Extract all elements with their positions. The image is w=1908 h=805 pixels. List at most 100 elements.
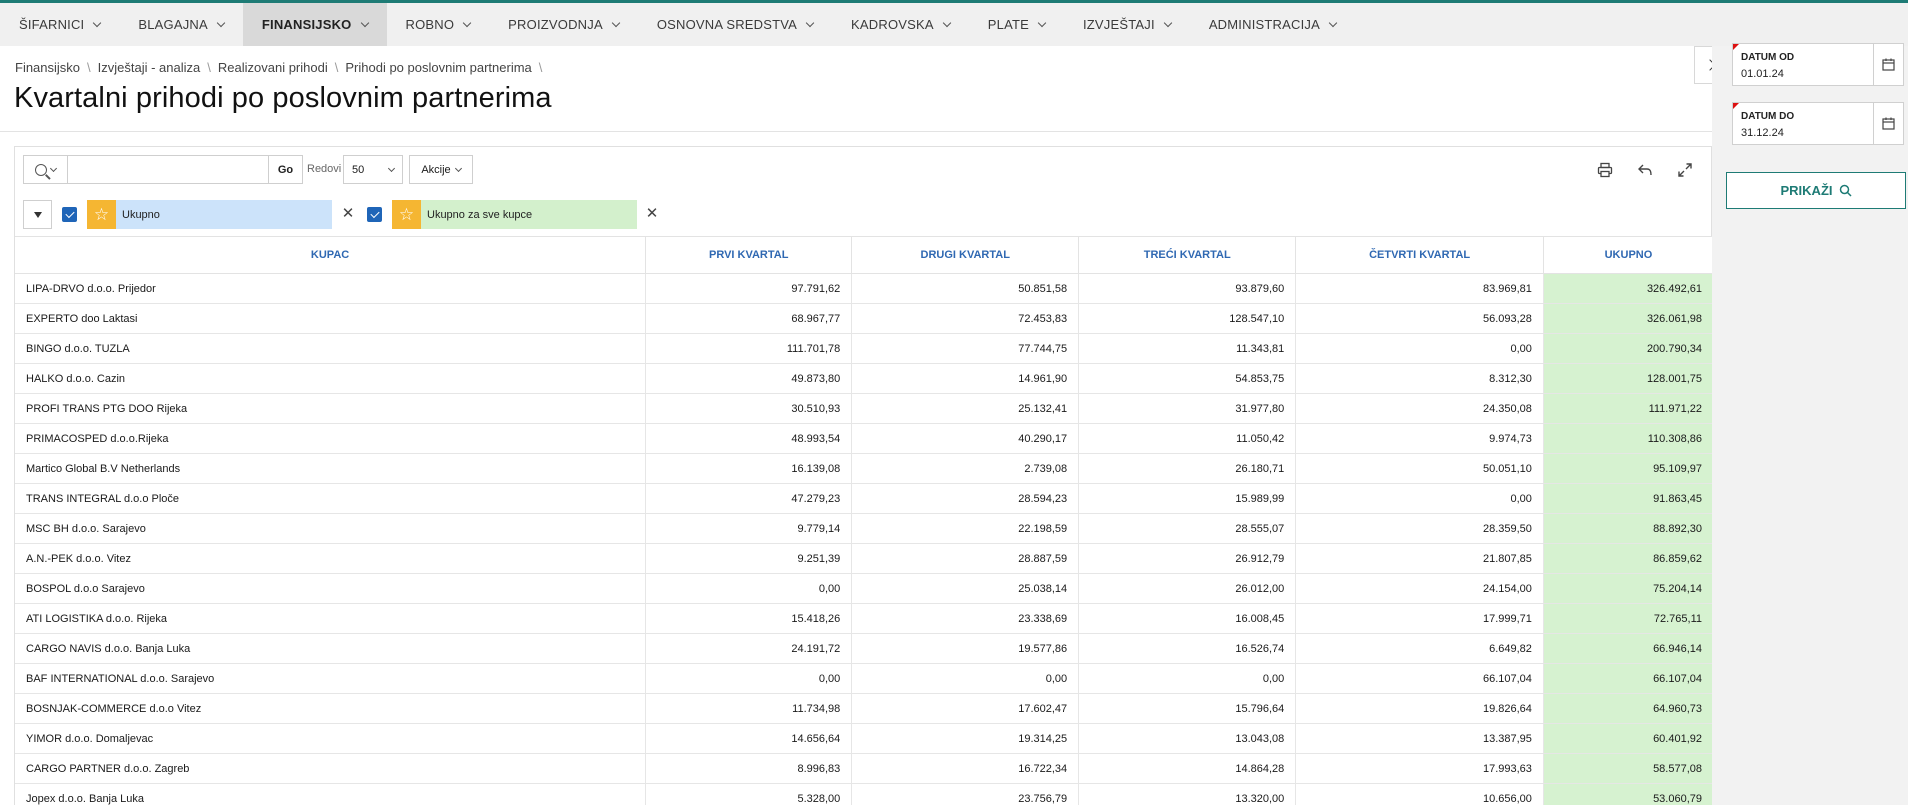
chevron-down-icon — [1328, 18, 1338, 27]
column-header[interactable]: DRUGI KVARTAL — [851, 236, 1080, 274]
cell-value: 14.656,64 — [645, 723, 853, 754]
cell-value: 326.061,98 — [1543, 303, 1713, 334]
rows-select[interactable]: 50 — [343, 155, 403, 184]
cell-value: 77.744,75 — [851, 333, 1080, 364]
cell-value: 128.547,10 — [1078, 303, 1297, 334]
chevron-down-icon — [93, 18, 102, 27]
filter-chip-ukupno-za-sve-kupce[interactable]: ☆ Ukupno za sve kupce — [392, 200, 637, 229]
chevron-down-icon — [360, 18, 369, 27]
cell-value: 19.826,64 — [1295, 693, 1544, 724]
column-header[interactable]: UKUPNO — [1543, 236, 1713, 274]
cell-kupac: Martico Global B.V Netherlands — [15, 453, 647, 484]
print-icon[interactable] — [1591, 156, 1619, 184]
nav-item-proizvodnja[interactable]: PROIZVODNJA — [489, 3, 638, 46]
cell-kupac: LIPA-DRVO d.o.o. Prijedor — [15, 273, 647, 304]
nav-item-label: ŠIFARNICI — [19, 17, 85, 32]
table-row: PRIMACOSPED d.o.o.Rijeka 48.993,54 40.290,… — [15, 423, 1713, 454]
cell-kupac: BOSPOL d.o.o Sarajevo — [15, 573, 647, 604]
cell-value: 40.290,17 — [851, 423, 1080, 454]
nav-item-robno[interactable]: ROBNO — [387, 3, 490, 46]
expand-icon[interactable] — [1671, 156, 1699, 184]
cell-value: 16.008,45 — [1078, 603, 1297, 634]
close-icon[interactable]: ✕ — [341, 206, 355, 221]
cell-value: 66.107,04 — [1543, 663, 1713, 694]
nav-item-osnovna-sredstva[interactable]: OSNOVNA SREDSTVA — [638, 3, 832, 46]
cell-value: 17.999,71 — [1295, 603, 1544, 634]
cell-value: 54.853,75 — [1078, 363, 1297, 394]
cell-value: 9.779,14 — [645, 513, 853, 544]
cell-value: 60.401,92 — [1543, 723, 1713, 754]
cell-value: 95.109,97 — [1543, 453, 1713, 484]
nav-item-šifarnici[interactable]: ŠIFARNICI — [0, 3, 119, 46]
table-row: A.N.-PEK d.o.o. Vitez 9.251,39 28.887,59 26… — [15, 543, 1713, 574]
date-from-value: 01.01.24 — [1741, 68, 1784, 80]
nav-item-label: IZVJEŠTAJI — [1082, 17, 1155, 32]
date-to-field[interactable]: DATUM DO 31.12.24 — [1732, 102, 1904, 145]
cell-value: 14.864,28 — [1078, 753, 1297, 784]
nav-item-plate[interactable]: PLATE — [969, 3, 1064, 46]
cell-kupac: MSC BH d.o.o. Sarajevo — [15, 513, 647, 544]
breadcrumb-item[interactable]: Izvještaji - analiza — [98, 60, 201, 75]
nav-item-blagajna[interactable]: BLAGAJNA — [119, 3, 243, 46]
actions-button[interactable]: Akcije — [409, 155, 473, 184]
star-icon: ☆ — [87, 200, 116, 229]
go-button[interactable]: Go — [268, 156, 302, 183]
calendar-icon[interactable] — [1873, 103, 1903, 144]
cell-value: 75.204,14 — [1543, 573, 1713, 604]
show-button[interactable]: PRIKAŽI — [1726, 172, 1906, 209]
search-column-menu[interactable] — [24, 156, 68, 183]
cell-value: 68.967,77 — [645, 303, 853, 334]
cell-value: 6.649,82 — [1295, 633, 1544, 664]
nav-item-kadrovska[interactable]: KADROVSKA — [832, 3, 969, 46]
cell-value: 86.859,62 — [1543, 543, 1713, 574]
breadcrumb-item[interactable]: Finansijsko — [15, 60, 80, 75]
cell-value: 16.722,34 — [851, 753, 1080, 784]
breadcrumb-separator: \ — [87, 60, 91, 75]
toolbar-icons — [1591, 156, 1699, 184]
cell-kupac: A.N.-PEK d.o.o. Vitez — [15, 543, 647, 574]
table-body: LIPA-DRVO d.o.o. Prijedor 97.791,62 50.851… — [15, 273, 1713, 805]
table-row: Jopex d.o.o. Banja Luka 5.328,00 23.756,79… — [15, 783, 1713, 805]
cell-value: 0,00 — [1078, 663, 1297, 694]
nav-item-finansijsko[interactable]: FINANSIJSKO — [242, 3, 387, 46]
filter-1-checkbox[interactable] — [62, 207, 77, 222]
cell-kupac: PRIMACOSPED d.o.o.Rijeka — [15, 423, 647, 454]
column-header[interactable]: KUPAC — [15, 236, 647, 274]
cell-value: 56.093,28 — [1295, 303, 1544, 334]
breadcrumb-separator: \ — [538, 60, 543, 75]
cell-kupac: YIMOR d.o.o. Domaljevac — [15, 723, 647, 754]
filter-chip-ukupno[interactable]: ☆ Ukupno — [87, 200, 332, 229]
filter-chip-label: Ukupno — [116, 200, 332, 229]
cell-value: 11.734,98 — [645, 693, 853, 724]
breadcrumb-item[interactable]: Realizovani prihodi — [218, 60, 328, 75]
table-row: YIMOR d.o.o. Domaljevac 14.656,64 19.314,2… — [15, 723, 1713, 754]
reset-icon[interactable] — [1631, 156, 1659, 184]
chevron-down-icon — [1163, 18, 1173, 27]
caret-down-icon — [33, 211, 42, 218]
rows-select-value: 50 — [352, 163, 365, 176]
cell-value: 0,00 — [1295, 483, 1544, 514]
chevron-down-icon — [387, 164, 396, 172]
breadcrumb-separator: \ — [207, 60, 211, 75]
main-content: Finansijsko \ Izvještaji - analiza \ Realizo… — [0, 46, 1713, 805]
column-header[interactable]: ČETVRTI KVARTAL — [1295, 236, 1544, 274]
search-input[interactable] — [68, 156, 268, 183]
filter-2-checkbox[interactable] — [367, 207, 382, 222]
column-header[interactable]: TREĆI KVARTAL — [1078, 236, 1297, 274]
report-table: KUPAC PRVI KVARTAL DRUGI KVARTAL TREĆI KVAR… — [15, 236, 1713, 805]
nav-item-izvještaji[interactable]: IZVJEŠTAJI — [1064, 3, 1190, 46]
breadcrumb-item[interactable]: Prihodi po poslovnim partnerima — [345, 60, 531, 75]
cell-value: 10.656,00 — [1295, 783, 1544, 805]
report-toolbar: Go Redovi 50 Akcije — [15, 147, 1711, 193]
column-header[interactable]: PRVI KVARTAL — [645, 236, 853, 274]
cell-value: 28.887,59 — [851, 543, 1080, 574]
nav-item-administracija[interactable]: ADMINISTRACIJA — [1190, 3, 1355, 46]
filter-collapse-button[interactable] — [23, 200, 52, 229]
cell-value: 13.043,08 — [1078, 723, 1297, 754]
close-icon[interactable]: ✕ — [645, 206, 659, 221]
calendar-icon[interactable] — [1873, 44, 1903, 85]
date-from-field[interactable]: DATUM OD 01.01.24 — [1732, 43, 1904, 86]
chevron-down-icon — [49, 164, 58, 172]
chevron-down-icon — [454, 164, 462, 172]
title-divider — [0, 131, 1712, 132]
